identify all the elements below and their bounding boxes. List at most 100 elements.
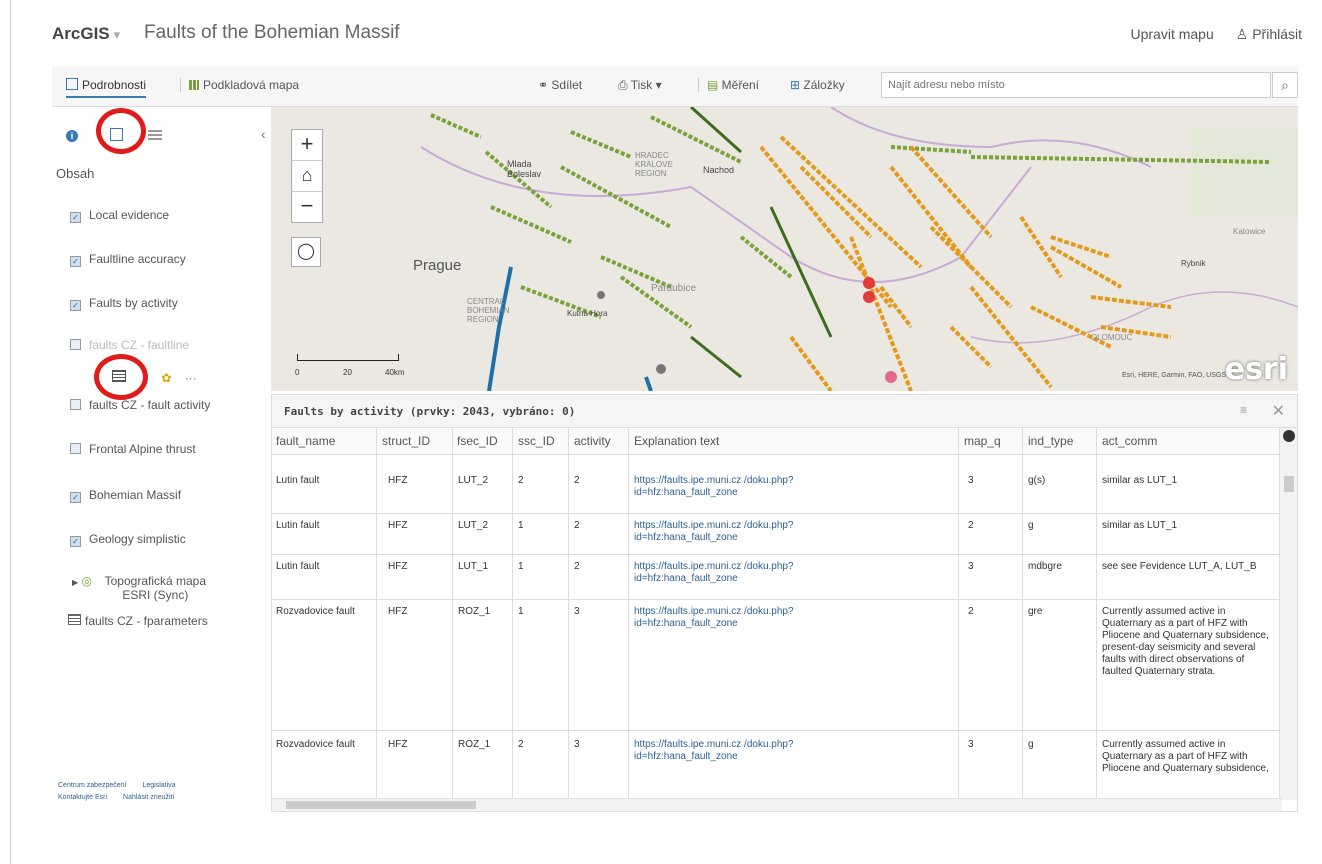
user-icon: ♙ bbox=[1235, 26, 1249, 42]
info-icon[interactable]: i bbox=[66, 130, 78, 142]
table-menu-icon[interactable]: ≡ bbox=[1240, 403, 1247, 417]
map-label: HRADEC KRALOVE REGION bbox=[635, 151, 673, 178]
layer-checkbox[interactable] bbox=[70, 399, 81, 410]
share-button[interactable]: ⚭ Sdílet bbox=[538, 78, 582, 92]
layer-checkbox[interactable]: ✓ bbox=[70, 536, 81, 547]
map-label: OLOMOUC bbox=[1091, 333, 1133, 342]
scale-label: 20 bbox=[343, 368, 352, 377]
header-actions: Upravit mapu ♙ Přihlásit bbox=[1112, 26, 1302, 43]
cell-fault-name: Lutin fault bbox=[276, 520, 320, 531]
share-label: Sdílet bbox=[551, 78, 583, 92]
layer-item[interactable]: ✓ Bohemian Massif bbox=[70, 488, 181, 503]
map-label: Nachod bbox=[703, 165, 735, 175]
cell-struct-id: HFZ bbox=[388, 606, 408, 617]
cell-explanation-link[interactable]: https://faults.ipe.muni.cz /doku.php?id=… bbox=[634, 520, 864, 544]
layer-label: faults CZ - fparameters bbox=[85, 614, 208, 628]
zoom-in-button[interactable]: + bbox=[292, 130, 322, 161]
tab-basemap[interactable]: Podkladová mapa bbox=[180, 78, 299, 92]
cell-fault-name: Rozvadovice fault bbox=[276, 606, 355, 617]
column-header[interactable]: fsec_ID bbox=[457, 434, 498, 448]
expand-icon[interactable]: ▶ bbox=[72, 578, 78, 587]
map-view[interactable]: Prague Pardubice HRADEC KRALOVE REGION C… bbox=[271, 107, 1298, 391]
print-button[interactable]: ⎙ Tisk ▾ bbox=[618, 78, 662, 93]
table-row[interactable]: Lutin fault HFZ LUT_1 1 2 https://faults… bbox=[272, 555, 1282, 600]
layer-item[interactable]: Frontal Alpine thrust bbox=[70, 442, 196, 456]
layer-checkbox[interactable]: ✓ bbox=[70, 256, 81, 267]
bookmarks-button[interactable]: ⊞ Záložky bbox=[790, 78, 845, 92]
evidence-marker[interactable] bbox=[656, 364, 666, 374]
layer-checkbox[interactable]: ✓ bbox=[70, 300, 81, 311]
contact-link[interactable]: Kontaktujte Esri bbox=[58, 794, 107, 801]
layer-item[interactable]: faults CZ - faultline bbox=[70, 338, 189, 352]
locate-button[interactable]: ◯ bbox=[291, 237, 321, 267]
column-header[interactable]: ssc_ID bbox=[518, 434, 555, 448]
cell-struct-id: HFZ bbox=[388, 475, 408, 486]
privacy-link[interactable]: Centrum zabezpečení bbox=[58, 782, 126, 789]
layer-item[interactable]: ✓ Local evidence bbox=[70, 208, 169, 223]
table-row[interactable]: Lutin fault HFZ LUT_2 1 2 https://faults… bbox=[272, 514, 1282, 555]
cell-explanation-link[interactable]: https://faults.ipe.muni.cz /doku.php?id=… bbox=[634, 606, 864, 630]
layer-item[interactable]: faults CZ - fparameters bbox=[68, 614, 208, 628]
layer-item[interactable]: ✓ Faultline accuracy bbox=[70, 252, 186, 267]
column-header[interactable]: activity bbox=[574, 434, 611, 448]
bookmarks-label: Záložky bbox=[803, 78, 845, 92]
layer-item[interactable]: ✓ Faults by activity bbox=[70, 296, 178, 311]
cell-explanation-link[interactable]: https://faults.ipe.muni.cz /doku.php?id=… bbox=[634, 739, 864, 763]
evidence-marker[interactable] bbox=[863, 291, 875, 303]
scroll-thumb[interactable] bbox=[286, 801, 476, 809]
column-header[interactable]: Explanation text bbox=[634, 434, 719, 448]
table-row[interactable]: Rozvadovice fault HFZ ROZ_1 1 3 https://… bbox=[272, 600, 1282, 731]
abuse-link[interactable]: Nahlásit zneužití bbox=[123, 794, 174, 801]
legend-icon[interactable] bbox=[148, 128, 162, 142]
collapse-sidebar-icon[interactable]: ‹ bbox=[261, 126, 266, 142]
layer-item[interactable]: ✓ Geology simplistic bbox=[70, 532, 186, 547]
more-options-icon[interactable]: ··· bbox=[185, 371, 197, 385]
zoom-controls: + ⌂ − bbox=[291, 129, 323, 223]
layer-label: Faults by activity bbox=[89, 296, 178, 310]
evidence-marker[interactable] bbox=[885, 371, 897, 383]
table-row[interactable]: Rozvadovice fault HFZ ROZ_1 2 3 https://… bbox=[272, 731, 1282, 801]
measure-button[interactable]: ▤ Měření bbox=[698, 78, 759, 92]
layer-checkbox[interactable]: ✓ bbox=[70, 492, 81, 503]
legal-link[interactable]: Legislativa bbox=[142, 782, 175, 789]
layer-item-basemap[interactable]: ▶ ◎ Topografická mapa ESRI (Sync) bbox=[72, 574, 242, 602]
close-icon[interactable]: ✕ bbox=[1272, 401, 1285, 421]
cell-fault-name: Lutin fault bbox=[276, 561, 320, 572]
column-header[interactable]: ind_type bbox=[1028, 434, 1073, 448]
edit-map-link[interactable]: Upravit mapu bbox=[1130, 26, 1213, 42]
highlight-ring bbox=[96, 108, 146, 154]
column-header[interactable]: map_q bbox=[964, 434, 1001, 448]
cell-fsec-id: LUT_2 bbox=[458, 475, 489, 486]
layer-checkbox[interactable]: ✓ bbox=[70, 212, 81, 223]
column-settings-icon[interactable] bbox=[1283, 430, 1295, 442]
sign-in-link[interactable]: ♙ Přihlásit bbox=[1236, 26, 1302, 42]
horizontal-scrollbar[interactable] bbox=[272, 798, 1282, 811]
layer-item[interactable]: faults CZ - fault activity bbox=[70, 398, 210, 412]
home-button[interactable]: ⌂ bbox=[292, 161, 322, 192]
scroll-thumb[interactable] bbox=[1284, 476, 1294, 492]
column-header[interactable]: act_comm bbox=[1102, 434, 1157, 448]
sidebar: i ‹ Obsah ✓ Local evidence ✓ Faultline acc… bbox=[52, 108, 266, 820]
zoom-out-button[interactable]: − bbox=[292, 192, 322, 222]
column-header[interactable]: struct_ID bbox=[382, 434, 430, 448]
cell-ssc-id: 1 bbox=[518, 520, 524, 531]
measure-icon: ▤ bbox=[707, 78, 722, 92]
arcgis-brand[interactable]: ArcGIS ▾ bbox=[52, 24, 120, 44]
layer-checkbox[interactable] bbox=[70, 339, 81, 350]
search-button[interactable]: ⌕ bbox=[1272, 72, 1298, 98]
evidence-marker[interactable] bbox=[597, 291, 605, 299]
search-input[interactable] bbox=[882, 73, 1254, 97]
evidence-marker[interactable] bbox=[863, 277, 875, 289]
cell-explanation-link[interactable]: https://faults.ipe.muni.cz /doku.php?id=… bbox=[634, 475, 864, 499]
vertical-scrollbar[interactable] bbox=[1279, 428, 1297, 800]
tab-basemap-label: Podkladová mapa bbox=[203, 78, 300, 92]
cell-activity: 3 bbox=[574, 739, 580, 750]
sign-in-label: Přihlásit bbox=[1252, 26, 1302, 42]
table-row[interactable]: Lutin fault HFZ LUT_2 2 2 https://faults… bbox=[272, 455, 1282, 514]
style-icon[interactable]: ✿ bbox=[161, 371, 171, 385]
tab-details[interactable]: Podrobnosti bbox=[66, 78, 147, 98]
column-header[interactable]: fault_name bbox=[276, 434, 335, 448]
layer-label: Geology simplistic bbox=[89, 532, 186, 546]
layer-checkbox[interactable] bbox=[70, 443, 81, 454]
cell-explanation-link[interactable]: https://faults.ipe.muni.cz /doku.php?id=… bbox=[634, 561, 864, 585]
